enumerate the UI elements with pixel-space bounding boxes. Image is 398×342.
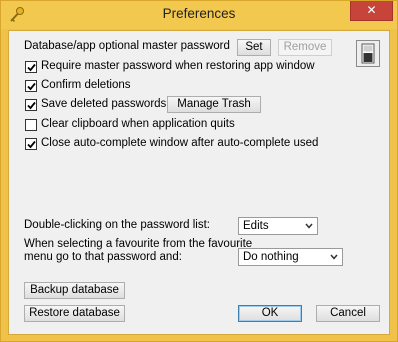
preferences-window: Preferences ✕ Database/app optional mast… (0, 0, 398, 342)
double-click-label: Double-clicking on the password list: (24, 219, 211, 231)
dialog-body: Database/app optional master password Se… (8, 30, 390, 335)
checkmark-icon (27, 140, 36, 149)
ok-button[interactable]: OK (238, 305, 302, 322)
master-password-label: Database/app optional master password (24, 40, 230, 52)
chevron-down-icon (305, 223, 313, 229)
favourite-action-value: Do nothing (243, 251, 299, 263)
remove-password-button[interactable]: Remove (278, 39, 332, 56)
set-password-button[interactable]: Set (237, 39, 271, 56)
close-icon: ✕ (366, 3, 377, 17)
checkmark-icon (27, 101, 36, 110)
checkmark-icon (27, 82, 36, 91)
checkbox[interactable] (25, 61, 37, 73)
checkbox[interactable] (25, 80, 37, 92)
checkbox-label: Require master password when restoring a… (41, 60, 315, 72)
lock-switch-icon (356, 40, 380, 67)
checkbox-label: Close auto-complete window after auto-co… (41, 137, 319, 149)
checkbox-label: Save deleted passwords (41, 98, 167, 110)
favourite-action-select[interactable]: Do nothing (238, 248, 343, 266)
double-click-value: Edits (243, 220, 269, 232)
checkbox-label: Confirm deletions (41, 79, 131, 91)
checkbox[interactable] (25, 99, 37, 111)
cancel-button[interactable]: Cancel (316, 305, 380, 322)
checkbox[interactable] (25, 119, 37, 131)
checkbox[interactable] (25, 138, 37, 150)
checkmark-icon (27, 63, 36, 72)
favourite-label-line1: When selecting a favourite from the favo… (24, 238, 253, 250)
backup-database-button[interactable]: Backup database (24, 282, 125, 299)
favourite-label-line2: menu go to that password and: (24, 251, 182, 263)
chevron-down-icon (330, 254, 338, 260)
restore-database-button[interactable]: Restore database (24, 305, 125, 322)
close-button[interactable]: ✕ (350, 1, 393, 21)
window-title: Preferences (162, 6, 236, 21)
manage-trash-button[interactable]: Manage Trash (167, 96, 261, 113)
checkbox-label: Clear clipboard when application quits (41, 118, 235, 130)
double-click-select[interactable]: Edits (238, 217, 318, 235)
title-bar[interactable]: Preferences ✕ (1, 1, 397, 29)
